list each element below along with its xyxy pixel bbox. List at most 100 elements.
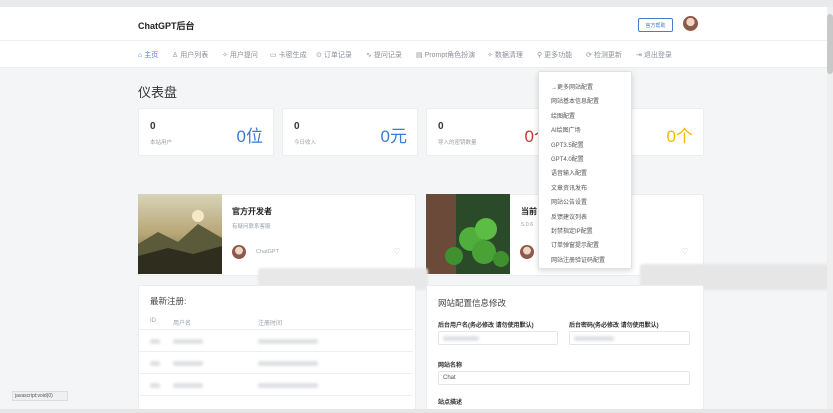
nav-label: 更多功能 [544,52,573,59]
nav-label: 数据清理 [494,52,523,59]
dropdown-item[interactable]: GPT4.0配置 [551,154,584,163]
table-row [150,339,160,344]
stat-value: 0个 [666,127,693,146]
order-icon: ⊙ [316,52,322,59]
home-icon: ⌂ [138,52,143,59]
nav-order[interactable]: ⊙ 订单记录 [316,50,352,60]
nav-question[interactable]: ✧ 用户提问 [222,50,258,60]
row-divider [139,373,413,374]
browser-strip [0,0,833,7]
table-row [150,361,160,366]
col-register-time: 注册时间 [258,321,283,327]
stat-count: 0 [294,121,300,132]
nav-user[interactable]: ♙ 用户列表 [172,50,208,60]
version-title: 当前 [521,207,537,216]
admin-avatar[interactable] [683,16,698,31]
row-divider [139,395,413,396]
card-icon: ▭ [270,52,277,59]
page-title: 仪表盘 [138,85,178,100]
nav-label: 检测更新 [593,52,622,59]
recent-title: 最新注册: [150,296,187,306]
record-icon: ∿ [366,52,372,59]
developer-title: 官方开发者 [232,207,272,216]
dropdown-item[interactable]: 反馈建议列表 [551,212,587,221]
more-icon: ⚲ [537,52,543,59]
user-icon: ♙ [172,52,179,59]
nav-record[interactable]: ∿ 提问记录 [366,50,402,60]
brand-title[interactable]: ChatGPT后台 [138,19,195,32]
heart-icon[interactable]: ♡ [681,247,688,256]
dropdown-item[interactable]: 订单弹窗提示配置 [551,240,599,249]
stat-count: 0 [438,121,444,132]
nav-label: 用户提问 [229,52,258,59]
stat-count: 0 [150,121,156,132]
table-row [173,383,203,388]
dropdown-item[interactable]: 绘图配置 [551,111,575,120]
table-row [173,339,203,344]
clover-image [426,194,510,274]
more-features-dropdown: →更多网站配置 网站基本信息配置 绘图配置 AI绘图广场 GPT3.5配置 GPT4.0配… [538,71,632,269]
table-row [173,361,203,366]
dropdown-item[interactable]: →更多网站配置 [551,82,593,91]
table-row [150,383,160,388]
admin-username-label: 后台用户名(务必修改 请勿使用默认) [438,323,534,329]
table-row [258,361,318,366]
dropdown-item[interactable]: 封禁指定IP配置 [551,226,593,235]
nav-more[interactable]: ⚲ 更多功能 [537,50,572,60]
admin-password-label: 后台密码(务必修改 请勿使用默认) [569,323,659,329]
update-icon: ⟳ [586,52,592,59]
nav-label: 订单记录 [323,52,352,59]
table-row [258,339,318,344]
settings-title: 网站配置信息修改 [438,298,507,308]
row-divider [139,329,413,330]
version-avatar [520,245,534,259]
dropdown-item[interactable]: 网站注册验证码配置 [551,255,605,264]
stat-card-income: 0 今日收入 0元 [282,108,418,156]
clean-icon: ✧ [487,52,493,59]
question-icon: ✧ [222,52,228,59]
author-avatar [232,245,246,259]
scrollbar-thumb[interactable] [827,14,833,74]
developer-subtitle: 有疑问联系客服 [232,224,271,230]
site-description-label: 站点描述 [438,400,463,406]
site-name-input[interactable]: Chat [438,371,690,385]
prompt-icon: ▤ [416,52,423,59]
admin-username-input[interactable] [438,331,558,345]
logout-icon: ⇥ [636,52,642,59]
row-divider [139,351,413,352]
dropdown-item[interactable]: 语音输入配置 [551,168,587,177]
nav-clean[interactable]: ✧ 数据清理 [487,50,523,60]
nav-label: 卡密生成 [278,52,307,59]
status-bar-url: javascript:void(0) [12,391,68,401]
col-id: ID [150,318,156,324]
nav-card[interactable]: ▭ 卡密生成 [270,50,307,60]
official-help-button[interactable]: 官方帮助 [638,18,673,32]
landscape-image [138,194,222,274]
nav-home[interactable]: ⌂ 主页 [138,50,158,60]
bottom-bar [0,409,833,413]
version-number: 5.0.6 [521,222,534,228]
dropdown-item[interactable]: 网站基本信息配置 [551,96,599,105]
col-username: 用户名 [173,321,192,327]
nav-label: Prompt角色扮演 [424,52,476,59]
stat-value: 0元 [380,127,407,146]
dropdown-item[interactable]: GPT3.5配置 [551,140,584,149]
dropdown-item[interactable]: AI绘图广场 [551,125,581,134]
nav-label: 主页 [144,52,159,59]
stat-card-users: 0 本站用户 0位 [138,108,274,156]
nav-label: 提问记录 [373,52,402,59]
author-name: ChatGPT [256,249,279,255]
stat-label: 导入的密钥数量 [438,140,477,146]
nav-label: 用户列表 [180,52,209,59]
heart-icon[interactable]: ♡ [393,247,400,256]
nav-update[interactable]: ⟳ 检测更新 [586,50,622,60]
nav-logout[interactable]: ⇥ 退出登录 [636,50,672,60]
nav-label: 退出登录 [643,52,672,59]
nav-prompt[interactable]: ▤ Prompt角色扮演 [416,50,475,60]
admin-password-input[interactable] [569,331,690,345]
dropdown-item[interactable]: 文章资讯发布 [551,183,587,192]
table-row [258,383,318,388]
dropdown-item[interactable]: 网站公告设置 [551,197,587,206]
stat-value: 0位 [236,127,263,146]
main-nav: ⌂ 主页 ♙ 用户列表 ✧ 用户提问 ▭ 卡密生成 ⊙ 订单记录 ∿ 提问记录 ▤ Prompt角色扮演 ✧… [0,40,833,68]
